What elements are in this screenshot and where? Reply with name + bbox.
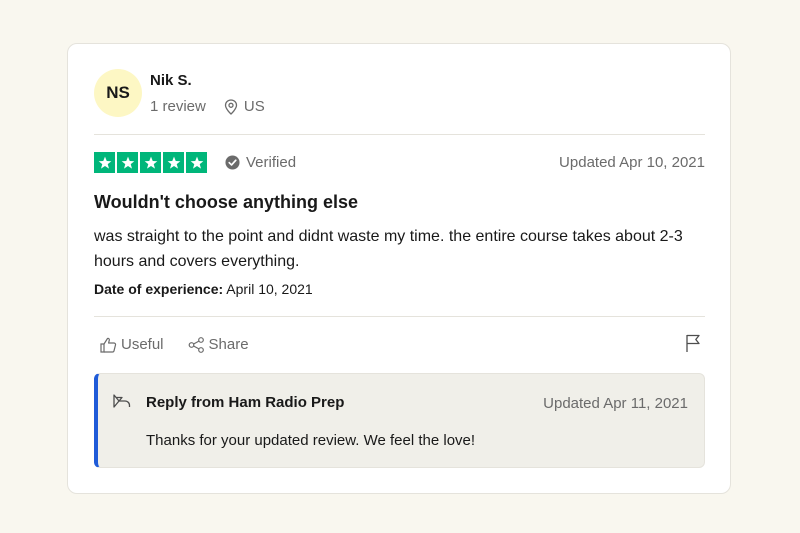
- reply-arrow-icon: [113, 394, 131, 408]
- verified-label: Verified: [246, 154, 297, 171]
- flag-icon: [686, 334, 700, 352]
- reviewer-location: US: [224, 98, 265, 115]
- location-label: US: [243, 98, 265, 115]
- star-icon: [94, 152, 115, 173]
- rating-row: Verified Updated Apr 10, 2021: [94, 152, 705, 173]
- reply-updated-date: Updated Apr 11, 2021: [543, 395, 688, 412]
- thumbs-up-icon: [100, 337, 117, 353]
- report-button[interactable]: [685, 334, 701, 358]
- share-icon: [188, 336, 204, 353]
- star-icon: [186, 152, 207, 173]
- reviewer-info: Nik S. 1 review US: [150, 72, 265, 115]
- reviewer-meta: 1 review US: [150, 98, 265, 115]
- star-icon: [140, 152, 161, 173]
- useful-button[interactable]: Useful: [100, 336, 164, 353]
- reviewer-header: NS Nik S. 1 review US: [94, 69, 265, 117]
- share-label: Share: [208, 336, 249, 353]
- reply-text: Thanks for your updated review. We feel …: [146, 432, 476, 449]
- location-pin-icon: [224, 98, 238, 115]
- company-reply: Reply from Ham Radio Prep Updated Apr 11…: [94, 373, 705, 468]
- divider: [94, 316, 705, 317]
- review-count: 1 review: [150, 98, 206, 115]
- review-updated-date: Updated Apr 10, 2021: [559, 154, 705, 171]
- star-icon: [117, 152, 138, 173]
- experience-date: April 10, 2021: [226, 281, 313, 297]
- verified-badge[interactable]: Verified: [225, 154, 296, 171]
- share-button[interactable]: Share: [188, 336, 249, 353]
- avatar[interactable]: NS: [94, 69, 142, 117]
- experience-label: Date of experience:: [94, 281, 224, 297]
- review-body: was straight to the point and didnt wast…: [94, 228, 683, 270]
- divider: [94, 134, 705, 135]
- review-actions: Useful Share: [100, 336, 273, 353]
- verified-check-icon: [225, 155, 240, 170]
- star-rating: [94, 152, 209, 173]
- review-card: NS Nik S. 1 review US Verified Updated A…: [67, 43, 731, 494]
- useful-label: Useful: [121, 336, 164, 353]
- star-icon: [163, 152, 184, 173]
- date-of-experience: Date of experience: April 10, 2021: [94, 281, 313, 297]
- review-title[interactable]: Wouldn't choose anything else: [94, 192, 358, 213]
- reviewer-name[interactable]: Nik S.: [150, 72, 265, 89]
- reply-author: Reply from Ham Radio Prep: [146, 394, 345, 411]
